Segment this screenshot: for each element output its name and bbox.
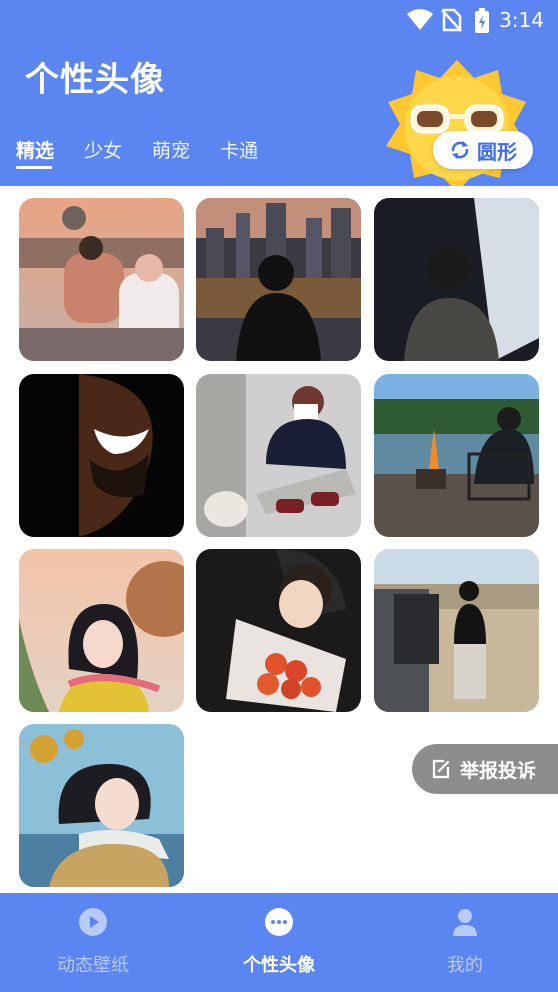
avatar-thumbnail[interactable] [19,198,184,361]
nav-item-mine[interactable]: 我的 [395,907,535,977]
edit-icon [432,759,450,779]
no-sim-icon [441,8,462,32]
user-icon [453,909,477,936]
report-button[interactable]: 举报投诉 [412,744,558,794]
avatar-thumbnail[interactable] [19,549,184,712]
avatar-thumbnail[interactable] [374,198,539,361]
header: 3:14 个性头像 圆形 精选 少女 萌宠 卡通 [0,0,558,186]
chat-bubble-icon [265,908,293,936]
tab-featured[interactable]: 精选 [16,136,54,163]
nav-item-live-wallpaper[interactable]: 动态壁纸 [23,907,163,977]
bottom-nav: 动态壁纸 个性头像 我的 [0,893,558,992]
nav-item-avatar[interactable]: 个性头像 [209,907,349,977]
refresh-icon [451,141,469,159]
tab-cartoon[interactable]: 卡通 [220,136,258,163]
battery-icon [475,8,489,33]
avatar-thumbnail[interactable] [19,374,184,537]
tab-girls[interactable]: 少女 [84,136,122,163]
nav-label: 我的 [447,955,483,976]
status-time: 3:14 [499,8,544,32]
avatar-thumbnail[interactable] [196,198,361,361]
shape-toggle-button[interactable]: 圆形 [433,131,533,169]
nav-label: 个性头像 [243,955,315,976]
tab-pets[interactable]: 萌宠 [152,136,190,163]
page-title: 个性头像 [25,60,165,100]
avatar-thumbnail[interactable] [374,374,539,537]
report-label: 举报投诉 [460,759,537,782]
status-bar: 3:14 [0,0,558,40]
active-tab-indicator [16,166,52,169]
avatar-thumbnail[interactable] [196,374,361,537]
shape-toggle-label: 圆形 [477,139,517,164]
wifi-icon [407,9,433,30]
avatar-thumbnail[interactable] [196,549,361,712]
avatar-thumbnail[interactable] [374,549,539,712]
nav-label: 动态壁纸 [57,955,129,976]
avatar-thumbnail[interactable] [19,724,184,887]
play-icon [79,908,107,936]
